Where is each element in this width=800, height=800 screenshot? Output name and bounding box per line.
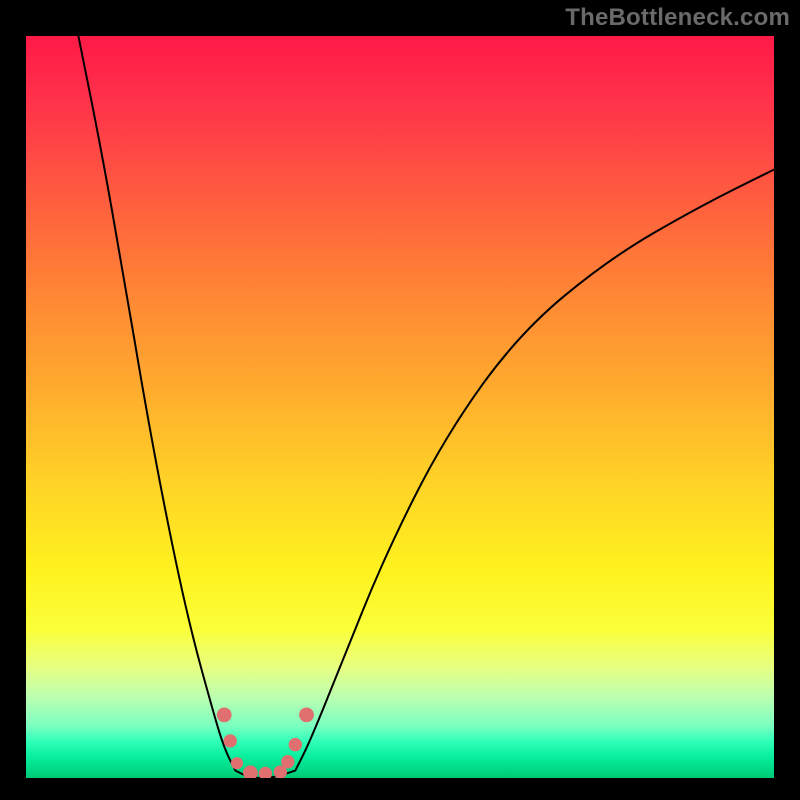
chart-frame: TheBottleneck.com <box>0 0 800 800</box>
watermark-text: TheBottleneck.com <box>565 4 790 32</box>
plot-area <box>26 36 774 778</box>
gradient-background <box>26 36 774 778</box>
